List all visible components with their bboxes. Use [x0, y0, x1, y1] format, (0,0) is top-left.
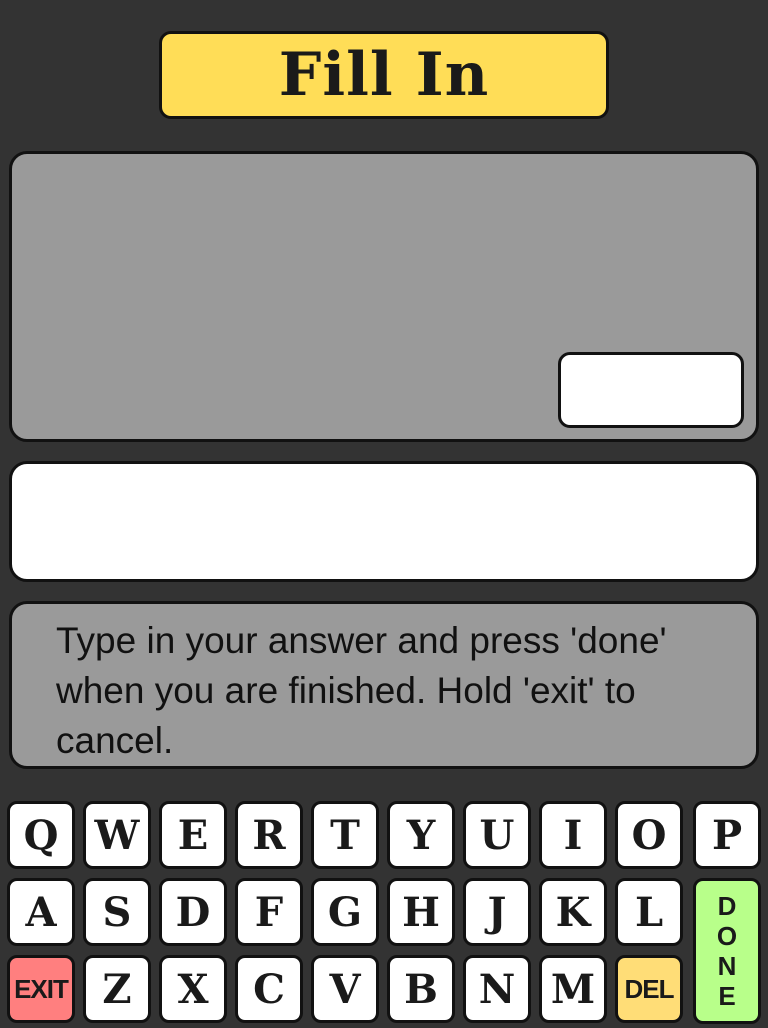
- key-s[interactable]: S: [83, 878, 151, 946]
- exit-button[interactable]: EXIT: [7, 955, 75, 1023]
- done-letter-e: E: [718, 981, 736, 1011]
- key-w[interactable]: W: [83, 801, 151, 869]
- key-m[interactable]: M: [539, 955, 607, 1023]
- key-a[interactable]: A: [7, 878, 75, 946]
- key-e[interactable]: E: [159, 801, 227, 869]
- instruction-panel: Type in your answer and press 'done' whe…: [9, 601, 759, 769]
- key-b[interactable]: B: [387, 955, 455, 1023]
- key-y[interactable]: Y: [387, 801, 455, 869]
- key-t[interactable]: T: [311, 801, 379, 869]
- key-v[interactable]: V: [311, 955, 379, 1023]
- key-p[interactable]: P: [693, 801, 761, 869]
- key-i[interactable]: I: [539, 801, 607, 869]
- question-image-box: [558, 352, 744, 428]
- done-letter-d: D: [717, 891, 737, 921]
- instruction-text: Type in your answer and press 'done' whe…: [56, 620, 667, 761]
- delete-button[interactable]: DEL: [615, 955, 683, 1023]
- key-q[interactable]: Q: [7, 801, 75, 869]
- title-banner: Fill In: [159, 31, 609, 119]
- page-title: Fill In: [278, 40, 490, 110]
- key-z[interactable]: Z: [83, 955, 151, 1023]
- key-h[interactable]: H: [387, 878, 455, 946]
- key-j[interactable]: J: [463, 878, 531, 946]
- key-d[interactable]: D: [159, 878, 227, 946]
- done-letter-n: N: [717, 951, 737, 981]
- key-r[interactable]: R: [235, 801, 303, 869]
- answer-input-field[interactable]: [9, 461, 759, 582]
- done-letter-o: O: [716, 921, 738, 951]
- key-l[interactable]: L: [615, 878, 683, 946]
- key-f[interactable]: F: [235, 878, 303, 946]
- key-n[interactable]: N: [463, 955, 531, 1023]
- key-x[interactable]: X: [159, 955, 227, 1023]
- key-k[interactable]: K: [539, 878, 607, 946]
- done-button[interactable]: D O N E: [693, 878, 761, 1024]
- key-c[interactable]: C: [235, 955, 303, 1023]
- key-o[interactable]: O: [615, 801, 683, 869]
- key-u[interactable]: U: [463, 801, 531, 869]
- key-g[interactable]: G: [311, 878, 379, 946]
